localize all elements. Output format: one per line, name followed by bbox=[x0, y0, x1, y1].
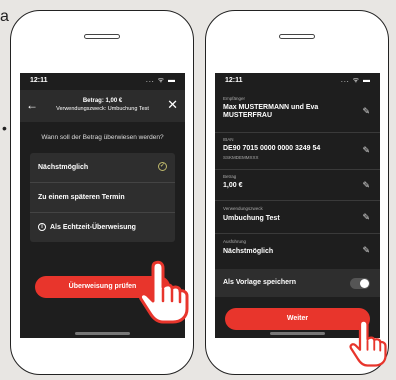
status-bar: 12:11 ... ᯤ ▬ bbox=[215, 73, 380, 90]
right-screen: 12:11 ... ᯤ ▬ Empfänger Max MUSTERMANN u… bbox=[215, 73, 380, 338]
save-template-row: Als Vorlage speichern bbox=[215, 269, 380, 297]
status-icons: ... ᯤ ▬ bbox=[340, 77, 371, 84]
edit-pencil-icon[interactable]: ✎ bbox=[362, 212, 370, 223]
field-bic: SSKMDEMMXXX bbox=[223, 155, 259, 160]
field-recipient[interactable]: Empfänger Max MUSTERMANN und Eva MUSTERF… bbox=[215, 92, 380, 133]
field-value: DE90 7015 0000 0000 3249 54 bbox=[223, 145, 321, 152]
transfer-header: ← Betrag: 1,00 € Verwendungszweck: Umbuc… bbox=[20, 90, 185, 122]
status-icons: ... ᯤ ▬ bbox=[145, 77, 176, 84]
field-amount[interactable]: Betrag 1,00 € ✎ bbox=[215, 170, 380, 201]
field-label: IBAN bbox=[223, 137, 234, 142]
close-icon[interactable]: ✕ bbox=[167, 97, 178, 113]
info-icon: i bbox=[38, 223, 46, 232]
right-phone: 12:11 ... ᯤ ▬ Empfänger Max MUSTERMANN u… bbox=[205, 10, 389, 375]
pointing-hand-icon bbox=[139, 260, 189, 324]
edit-pencil-icon[interactable]: ✎ bbox=[362, 245, 370, 256]
header-amount: Betrag: 1,00 € bbox=[82, 98, 123, 104]
field-value: Max MUSTERMANN und Eva MUSTERFRAU bbox=[223, 104, 319, 119]
edit-pencil-icon[interactable]: ✎ bbox=[362, 106, 370, 117]
field-value: Umbuchung Test bbox=[223, 215, 280, 222]
pointing-hand-icon bbox=[349, 319, 387, 367]
option-instant-transfer[interactable]: i Als Echtzeit-Überweisung bbox=[30, 213, 175, 242]
field-value: Nächstmöglich bbox=[223, 248, 274, 255]
status-time: 12:11 bbox=[225, 77, 243, 84]
save-template-label: Als Vorlage speichern bbox=[223, 279, 297, 286]
save-template-toggle[interactable] bbox=[350, 278, 370, 289]
execution-question: Wann soll der Betrag überwiesen werden? bbox=[41, 134, 164, 141]
edit-pencil-icon[interactable]: ✎ bbox=[362, 145, 370, 156]
home-indicator bbox=[270, 332, 325, 335]
status-time: 12:11 bbox=[30, 77, 48, 84]
check-circle-icon: ✓ bbox=[158, 162, 167, 171]
field-label: Ausführung bbox=[223, 239, 247, 244]
option-later-date[interactable]: Zu einem späteren Termin bbox=[30, 183, 175, 213]
field-value: 1,00 € bbox=[223, 182, 243, 189]
field-execution[interactable]: Ausführung Nächstmöglich ✎ bbox=[215, 234, 380, 266]
field-purpose[interactable]: Verwendungszweck Umbuchung Test ✎ bbox=[215, 201, 380, 234]
edit-pencil-icon[interactable]: ✎ bbox=[362, 180, 370, 191]
home-indicator bbox=[75, 332, 130, 335]
execution-options: Nächstmöglich ✓ Zu einem späteren Termin… bbox=[30, 153, 175, 242]
status-bar: 12:11 ... ᯤ ▬ bbox=[20, 73, 185, 90]
speaker bbox=[279, 34, 315, 39]
option-label: Als Echtzeit-Überweisung bbox=[50, 224, 136, 231]
toggle-knob bbox=[360, 279, 369, 288]
header-purpose: Verwendungszweck: Umbuchung Test bbox=[56, 106, 149, 112]
option-label: Nächstmöglich bbox=[38, 164, 89, 171]
option-label: Zu einem späteren Termin bbox=[38, 194, 125, 201]
field-iban[interactable]: IBAN DE90 7015 0000 0000 3249 54 SSKMDEM… bbox=[215, 133, 380, 170]
field-label: Empfänger bbox=[223, 96, 246, 101]
bullet: • bbox=[2, 120, 7, 136]
partial-text: a bbox=[0, 8, 9, 25]
speaker bbox=[84, 34, 120, 39]
field-label: Betrag bbox=[223, 174, 237, 179]
left-phone: 12:11 ... ᯤ ▬ ← Betrag: 1,00 € Verwendun… bbox=[10, 10, 194, 375]
field-label: Verwendungszweck bbox=[223, 206, 263, 211]
option-next-possible[interactable]: Nächstmöglich ✓ bbox=[30, 153, 175, 183]
